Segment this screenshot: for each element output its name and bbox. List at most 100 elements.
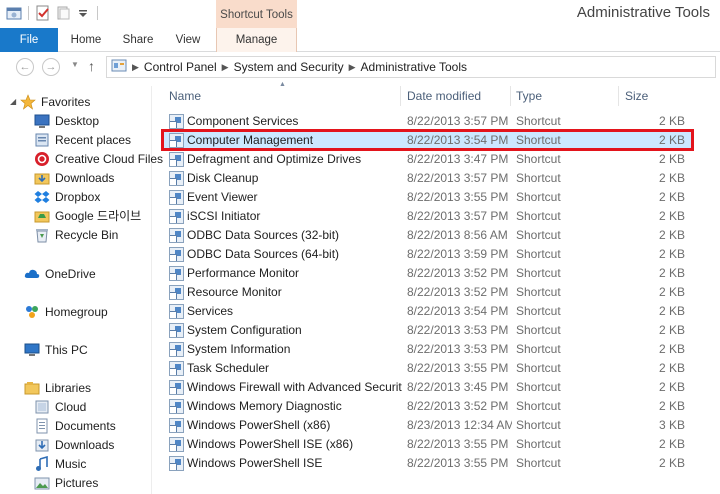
file-row[interactable]: Windows Firewall with Advanced Security 8… <box>163 378 693 397</box>
file-size: 2 KB <box>658 247 685 261</box>
file-row[interactable]: Defragment and Optimize Drives 8/22/2013 … <box>163 150 693 169</box>
expand-chevron-icon[interactable]: ◢ <box>10 97 20 106</box>
file-type: Shortcut <box>516 304 561 318</box>
file-row[interactable]: Task Scheduler 8/22/2013 3:55 PM Shortcut 2… <box>163 359 693 378</box>
file-size: 2 KB <box>658 266 685 280</box>
nav-this-pc-label: This PC <box>45 342 88 357</box>
forward-button[interactable]: → <box>42 58 60 76</box>
file-row[interactable]: Windows Memory Diagnostic 8/22/2013 3:52 … <box>163 397 693 416</box>
tab-share[interactable]: Share <box>116 28 160 52</box>
file-row[interactable]: Disk Cleanup 8/22/2013 3:57 PM Shortcut 2 K… <box>163 169 693 188</box>
nav-item-desktop[interactable]: Desktop <box>34 111 99 130</box>
nav-library-pictures[interactable]: Pictures <box>34 473 98 492</box>
recent-places-icon <box>34 132 50 148</box>
file-name: Defragment and Optimize Drives <box>187 152 362 166</box>
nav-item-dropbox[interactable]: Dropbox <box>34 187 100 206</box>
nav-onedrive[interactable]: OneDrive <box>24 264 96 283</box>
window-title: Administrative Tools <box>576 4 710 21</box>
column-header-date[interactable]: Date modified <box>407 86 507 106</box>
breadcrumb-control-panel[interactable]: Control Panel <box>144 60 217 74</box>
nav-item-creative-cloud[interactable]: Creative Cloud Files <box>34 149 163 168</box>
nav-item-label: Pictures <box>55 475 99 490</box>
file-date-modified: 8/22/2013 3:53 PM <box>407 323 509 337</box>
nav-libraries[interactable]: Libraries <box>24 378 91 397</box>
nav-item-downloads[interactable]: Downloads <box>34 168 114 187</box>
column-header-name[interactable]: Name <box>169 86 399 106</box>
file-size: 2 KB <box>658 285 685 299</box>
file-row[interactable]: ODBC Data Sources (64-bit) 8/22/2013 3:59… <box>163 245 693 264</box>
window-menu-icon[interactable] <box>6 5 22 21</box>
creative-cloud-icon <box>34 151 50 167</box>
file-type: Shortcut <box>516 342 561 356</box>
file-type: Shortcut <box>516 456 561 470</box>
file-type: Shortcut <box>516 228 561 242</box>
file-name: Performance Monitor <box>187 266 300 280</box>
quick-access-toolbar <box>6 5 100 21</box>
file-row[interactable]: iSCSI Initiator 8/22/2013 3:57 PM Shortcut… <box>163 207 693 226</box>
file-type: Shortcut <box>516 152 561 166</box>
nav-library-downloads[interactable]: Downloads <box>34 435 114 454</box>
column-header-size[interactable]: Size <box>625 86 685 106</box>
recent-locations-dropdown[interactable]: ▼ <box>71 60 79 69</box>
shortcut-icon <box>169 399 184 414</box>
file-row[interactable]: Windows PowerShell ISE (x86) 8/22/2013 3:… <box>163 435 693 454</box>
nav-item-recycle-bin[interactable]: Recycle Bin <box>34 225 118 244</box>
nav-item-recent-places[interactable]: Recent places <box>34 130 131 149</box>
documents-icon <box>34 418 50 434</box>
nav-library-documents[interactable]: Documents <box>34 416 116 435</box>
tab-manage[interactable]: Manage <box>216 28 297 52</box>
file-row[interactable]: ODBC Data Sources (32-bit) 8/22/2013 8:56… <box>163 226 693 245</box>
nav-homegroup[interactable]: Homegroup <box>24 302 108 321</box>
nav-library-music[interactable]: Music <box>34 454 86 473</box>
column-divider[interactable] <box>618 86 619 106</box>
tab-file[interactable]: File <box>0 28 58 52</box>
breadcrumb-system-security[interactable]: System and Security <box>234 60 344 74</box>
breadcrumb-administrative-tools[interactable]: Administrative Tools <box>361 60 468 74</box>
breadcrumb-chevron-icon[interactable]: ▶ <box>349 62 356 73</box>
customize-toolbar-icon[interactable] <box>75 5 91 21</box>
file-date-modified: 8/23/2013 12:34 AM <box>407 418 512 432</box>
file-name: System Configuration <box>187 323 302 337</box>
properties-icon[interactable] <box>35 5 51 21</box>
file-name: Event Viewer <box>187 190 258 204</box>
breadcrumb-chevron-icon[interactable]: ▶ <box>132 62 139 73</box>
homegroup-icon <box>24 304 40 320</box>
arrow-right-icon: → <box>45 61 57 73</box>
file-row[interactable]: Performance Monitor 8/22/2013 3:52 PM Shor… <box>163 264 693 283</box>
column-header-type[interactable]: Type <box>516 86 616 106</box>
file-row[interactable]: Windows PowerShell ISE 8/22/2013 3:55 PM S… <box>163 454 693 473</box>
file-row[interactable]: System Information 8/22/2013 3:53 PM Short… <box>163 340 693 359</box>
column-divider[interactable] <box>400 86 401 106</box>
file-row[interactable]: Event Viewer 8/22/2013 3:55 PM Shortcut 2 K… <box>163 188 693 207</box>
column-divider[interactable] <box>510 86 511 106</box>
new-folder-icon[interactable] <box>55 5 71 21</box>
google-drive-icon <box>34 208 50 224</box>
tab-view[interactable]: View <box>166 28 210 52</box>
shortcut-icon <box>169 304 184 319</box>
nav-item-google-drive[interactable]: Google 드라이브 <box>34 206 141 225</box>
breadcrumb-chevron-icon[interactable]: ▶ <box>222 62 229 73</box>
file-name: Services <box>187 304 234 318</box>
nav-library-cloud[interactable]: Cloud <box>34 397 86 416</box>
tab-home[interactable]: Home <box>64 28 108 52</box>
shortcut-icon <box>169 247 184 262</box>
shortcut-icon <box>169 285 184 300</box>
file-row[interactable]: Resource Monitor 8/22/2013 3:52 PM Shortcu… <box>163 283 693 302</box>
address-bar[interactable]: ▶ Control Panel ▶ System and Security ▶ … <box>106 56 716 78</box>
library-icon <box>34 399 50 415</box>
file-type: Shortcut <box>516 323 561 337</box>
file-name: Windows Memory Diagnostic <box>187 399 342 413</box>
nav-favorites-label: Favorites <box>41 94 91 109</box>
nav-this-pc[interactable]: This PC <box>24 340 88 359</box>
nav-item-label: Desktop <box>55 113 100 128</box>
file-row[interactable]: System Configuration 8/22/2013 3:53 PM Sho… <box>163 321 693 340</box>
file-size: 2 KB <box>658 342 685 356</box>
file-row[interactable]: Services 8/22/2013 3:54 PM Shortcut 2 KB <box>163 302 693 321</box>
file-size: 2 KB <box>658 190 685 204</box>
file-row[interactable]: Windows PowerShell (x86) 8/23/2013 12:34 … <box>163 416 693 435</box>
nav-item-label: Recycle Bin <box>55 227 119 242</box>
back-button[interactable]: ← <box>16 58 34 76</box>
nav-favorites[interactable]: ◢ Favorites <box>10 92 90 111</box>
nav-item-label: Dropbox <box>55 189 101 204</box>
up-button[interactable]: ↑ <box>88 58 95 74</box>
